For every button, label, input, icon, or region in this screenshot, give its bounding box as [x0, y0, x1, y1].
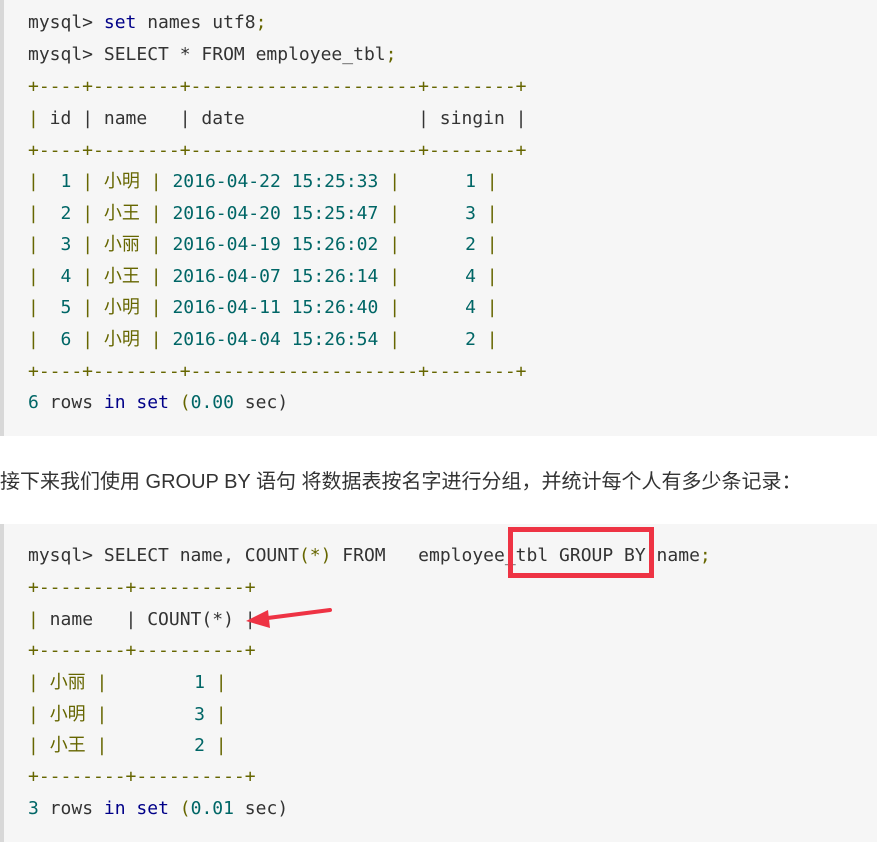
cell-id: 1	[60, 171, 72, 192]
cell-singin: 1	[465, 171, 476, 192]
table-row: | 小丽 | 1 |	[28, 672, 227, 693]
table-header-row: | name | COUNT(*) |	[28, 609, 256, 630]
cell-date: 2016-04-20 15:25:47	[172, 202, 379, 224]
cell-id: 4	[60, 265, 72, 287]
command-select-all: mysql> SELECT * FROM employee_tbl;	[28, 44, 397, 65]
code-block-group-by: mysql> SELECT name, COUNT(*) FROM employ…	[0, 524, 877, 842]
table-row: | 2 | 小王 | 2016-04-20 15:25:47 | 3 |	[28, 202, 498, 224]
table-row: | 5 | 小明 | 2016-04-11 15:26:40 | 4 |	[28, 297, 498, 319]
table-border-top: +----+--------+---------------------+---…	[28, 76, 527, 97]
red-arrow-icon	[246, 608, 332, 628]
cell-name: 小明	[49, 703, 86, 725]
table-row: | 1 | 小明 | 2016-04-22 15:25:33 | 1 |	[28, 171, 498, 192]
table-border-bottom: +----+--------+---------------------+---…	[28, 361, 527, 382]
table-border-header: +--------+----------+	[28, 640, 256, 661]
table-border-top: +--------+----------+	[28, 577, 256, 598]
cell-singin: 4	[465, 265, 476, 287]
highlight-box	[508, 527, 654, 578]
table-row: | 3 | 小丽 | 2016-04-19 15:26:02 | 2 |	[28, 234, 498, 256]
table-border-bottom: +--------+----------+	[28, 766, 256, 787]
cell-name: 小丽	[103, 234, 140, 256]
table-border-header: +----+--------+---------------------+---…	[28, 140, 527, 161]
cell-name: 小明	[103, 171, 140, 192]
cell-name: 小明	[103, 329, 140, 350]
explanation-paragraph: 接下来我们使用 GROUP BY 语句 将数据表按名字进行分组，并统计每个人有多…	[0, 471, 802, 493]
cell-name: 小王	[103, 202, 140, 224]
table-row: | 小王 | 2 |	[28, 735, 227, 757]
cell-date: 2016-04-19 15:26:02	[172, 234, 379, 256]
table-header-row: | id | name | date | singin |	[28, 108, 527, 129]
table-row: | 6 | 小明 | 2016-04-04 15:26:54 | 2 |	[28, 329, 498, 350]
cell-singin: 2	[465, 329, 476, 350]
command-set-names: mysql> set names utf8;	[28, 12, 267, 33]
cell-name: 小丽	[49, 672, 86, 693]
table-row: | 4 | 小王 | 2016-04-07 15:26:14 | 4 |	[28, 265, 498, 287]
cell-date: 2016-04-22 15:25:33	[172, 171, 379, 192]
cell-date: 2016-04-04 15:26:54	[172, 329, 379, 350]
cell-count: 3	[194, 703, 205, 725]
result-summary: 3 rows in set (0.01 sec)	[28, 798, 289, 819]
cell-id: 6	[60, 329, 72, 350]
table-header-text: name | COUNT(*) |	[38, 609, 256, 630]
cell-name: 小明	[103, 297, 140, 319]
cell-name: 小王	[103, 265, 140, 287]
cell-singin: 3	[465, 202, 476, 224]
cell-id: 5	[60, 297, 72, 319]
cell-name: 小王	[49, 735, 86, 757]
cell-singin: 2	[465, 234, 476, 256]
code-block-employee-table: mysql> set names utf8; mysql> SELECT * F…	[0, 0, 877, 436]
cell-count: 2	[194, 735, 205, 757]
cell-date: 2016-04-11 15:26:40	[172, 297, 379, 319]
cell-singin: 4	[465, 297, 476, 319]
cell-date: 2016-04-07 15:26:14	[172, 265, 379, 287]
cell-id: 2	[60, 202, 72, 224]
result-summary: 6 rows in set (0.00 sec)	[28, 392, 289, 413]
cell-count: 1	[194, 672, 205, 693]
table-row: | 小明 | 3 |	[28, 703, 227, 725]
cell-id: 3	[60, 234, 72, 256]
